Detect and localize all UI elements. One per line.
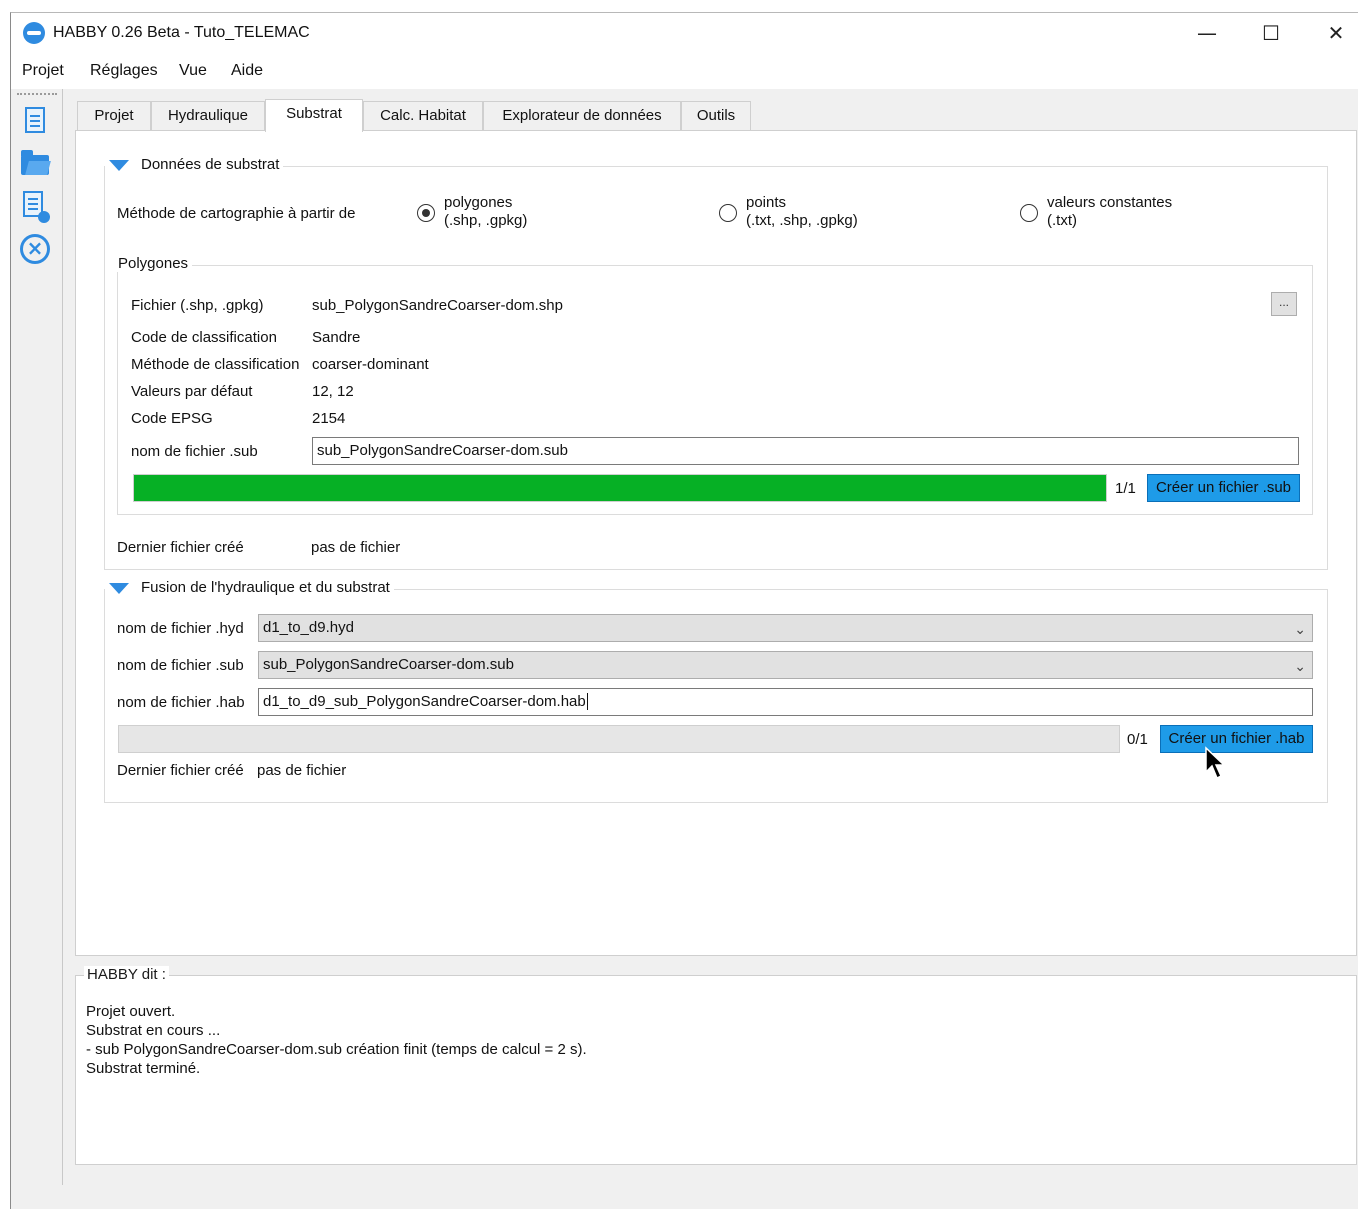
log-line: Substrat en cours ...	[86, 1022, 221, 1039]
tab-calc-habitat[interactable]: Calc. Habitat	[363, 101, 483, 131]
merge-group-header[interactable]: Fusion de l'hydraulique et du substrat	[105, 579, 394, 596]
log-title: HABBY dit :	[84, 966, 169, 983]
mouse-pointer-icon	[1205, 746, 1226, 780]
open-project-icon	[21, 150, 49, 175]
substrat-panel: Données de substrat Méthode de cartograp…	[75, 130, 1357, 956]
radio-polygones[interactable]	[417, 204, 435, 222]
polygons-group-title: Polygones	[114, 255, 193, 272]
hab-progress-text: 0/1	[1127, 731, 1148, 748]
log-panel: HABBY dit : Projet ouvert. Substrat en c…	[75, 966, 1357, 1165]
tab-projet[interactable]: Projet	[77, 101, 151, 131]
classification-method-label: Méthode de classification	[131, 356, 300, 373]
last-created-label: Dernier fichier créé	[117, 539, 244, 556]
substrate-group: Données de substrat Méthode de cartograp…	[104, 156, 1328, 570]
project-docs-button[interactable]	[17, 189, 53, 225]
merge-group: Fusion de l'hydraulique et du substrat n…	[104, 579, 1328, 803]
sub-progress-bar	[133, 474, 1107, 502]
file-label: Fichier (.shp, .gpkg)	[131, 297, 264, 314]
new-project-icon	[25, 107, 45, 133]
log-line: Substrat terminé.	[86, 1060, 201, 1077]
maximize-button[interactable]: ☐	[1249, 17, 1293, 49]
chevron-down-icon: ⌄	[1294, 659, 1306, 675]
sub-filename-input[interactable]: sub_PolygonSandreCoarser-dom.sub	[312, 437, 1299, 465]
close-project-button[interactable]: ×	[17, 231, 53, 267]
create-hab-button[interactable]: Créer un fichier .hab	[1160, 725, 1313, 753]
classification-method-value: coarser-dominant	[312, 356, 429, 373]
tab-explorateur[interactable]: Explorateur de données	[483, 101, 681, 131]
chevron-down-icon: ⌄	[1294, 622, 1306, 638]
method-label: Méthode de cartographie à partir de	[117, 205, 356, 222]
close-button[interactable]: ✕	[1314, 17, 1358, 49]
hab-filename-text: d1_to_d9_sub_PolygonSandreCoarser-dom.ha…	[263, 693, 586, 710]
classification-code-value: Sandre	[312, 329, 361, 346]
sub-file-selected: sub_PolygonSandreCoarser-dom.sub	[263, 656, 514, 673]
browse-button[interactable]: ...	[1271, 292, 1297, 316]
project-docs-icon	[23, 191, 50, 223]
radio-polygones-label[interactable]: polygones (.shp, .gpkg)	[444, 194, 527, 230]
minimize-button[interactable]: —	[1185, 17, 1229, 49]
menu-bar: Projet Réglages Vue Aide	[11, 53, 1358, 89]
menu-vue[interactable]: Vue	[179, 62, 207, 80]
epsg-code-value: 2154	[312, 410, 346, 427]
menu-reglages[interactable]: Réglages	[90, 62, 158, 80]
radio-points[interactable]	[719, 204, 737, 222]
merge-last-created-value: pas de fichier	[257, 762, 347, 779]
radio-valeurs-constantes-label[interactable]: valeurs constantes (.txt)	[1047, 194, 1172, 230]
sub-file-select[interactable]: sub_PolygonSandreCoarser-dom.sub ⌄	[258, 651, 1313, 679]
hab-filename-input[interactable]: d1_to_d9_sub_PolygonSandreCoarser-dom.ha…	[258, 688, 1313, 716]
toolbar-grip[interactable]	[17, 93, 57, 95]
default-values-label: Valeurs par défaut	[131, 383, 253, 400]
log-line: - sub PolygonSandreCoarser-dom.sub créat…	[86, 1041, 587, 1058]
last-created-value: pas de fichier	[311, 539, 401, 556]
app-window: HABBY 0.26 Beta - Tuto_TELEMAC — ☐ ✕ Pro…	[10, 12, 1358, 1209]
hab-progress-bar	[118, 725, 1120, 753]
text-caret	[586, 693, 588, 710]
sub-progress-fill	[134, 475, 1106, 501]
log-line: Projet ouvert.	[86, 1003, 176, 1020]
merge-sub-filename-label: nom de fichier .sub	[117, 657, 244, 674]
menu-projet[interactable]: Projet	[22, 62, 64, 80]
substrate-group-header[interactable]: Données de substrat	[105, 156, 284, 173]
merge-last-created-label: Dernier fichier créé	[117, 762, 244, 779]
hab-filename-label: nom de fichier .hab	[117, 694, 245, 711]
habby-logo-icon	[23, 22, 45, 44]
open-project-button[interactable]	[17, 147, 53, 183]
hyd-file-select[interactable]: d1_to_d9.hyd ⌄	[258, 614, 1313, 642]
radio-valeurs-constantes[interactable]	[1020, 204, 1038, 222]
collapse-triangle-icon	[109, 159, 129, 171]
polygons-group: Polygones Fichier (.shp, .gpkg) sub_Poly…	[114, 255, 1313, 515]
log-text[interactable]: Projet ouvert. Substrat en cours ... - s…	[86, 1002, 587, 1078]
tab-hydraulique[interactable]: Hydraulique	[151, 101, 265, 131]
collapse-triangle-icon	[109, 582, 129, 594]
epsg-code-label: Code EPSG	[131, 410, 213, 427]
title-bar: HABBY 0.26 Beta - Tuto_TELEMAC — ☐ ✕	[11, 13, 1358, 53]
merge-group-title: Fusion de l'hydraulique et du substrat	[141, 579, 390, 596]
close-project-icon: ×	[20, 234, 50, 264]
substrate-group-title: Données de substrat	[141, 156, 280, 173]
classification-code-label: Code de classification	[131, 329, 277, 346]
new-project-button[interactable]	[17, 103, 53, 139]
tab-outils[interactable]: Outils	[681, 101, 751, 131]
hyd-file-selected: d1_to_d9.hyd	[263, 619, 354, 636]
tab-substrat[interactable]: Substrat	[265, 99, 363, 132]
sub-filename-label: nom de fichier .sub	[131, 443, 258, 460]
left-toolbar: ×	[11, 89, 63, 1185]
default-values-value: 12, 12	[312, 383, 354, 400]
hyd-filename-label: nom de fichier .hyd	[117, 620, 244, 637]
window-title: HABBY 0.26 Beta - Tuto_TELEMAC	[53, 24, 310, 41]
radio-points-label[interactable]: points (.txt, .shp, .gpkg)	[746, 194, 858, 230]
file-value: sub_PolygonSandreCoarser-dom.shp	[312, 297, 563, 314]
sub-progress-text: 1/1	[1115, 480, 1136, 497]
create-sub-button[interactable]: Créer un fichier .sub	[1147, 474, 1300, 502]
menu-aide[interactable]: Aide	[231, 62, 263, 80]
